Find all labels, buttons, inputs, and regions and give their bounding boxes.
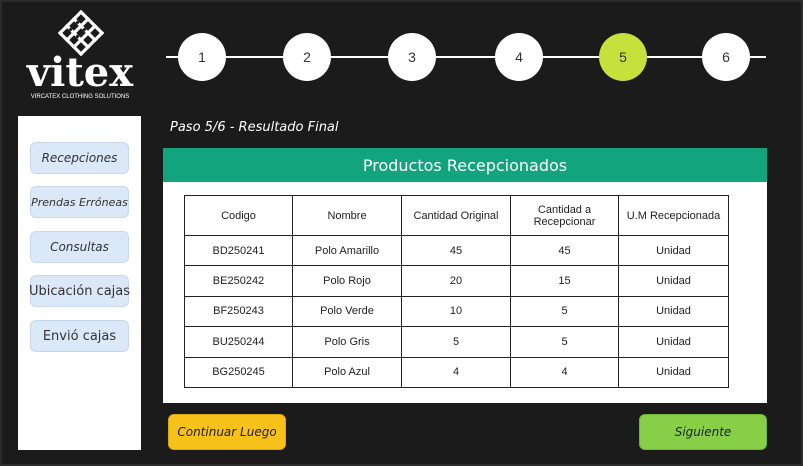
cell-um: Unidad bbox=[618, 234, 729, 267]
cell-codigo: BU250244 bbox=[184, 326, 293, 358]
cell-cantidad-recepcionar: 4 bbox=[510, 356, 619, 388]
cell-codigo: BF250243 bbox=[184, 295, 293, 328]
table-row: BF250243 Polo Verde 10 5 Unidad bbox=[184, 295, 729, 328]
cell-cantidad-recepcionar: 45 bbox=[510, 234, 619, 267]
table-header-row: Codigo Nombre Cantidad Original Cantidad… bbox=[184, 195, 729, 236]
cell-cantidad-original: 4 bbox=[401, 356, 511, 388]
table-row: BG250245 Polo Azul 4 4 Unidad bbox=[184, 356, 729, 388]
cell-nombre: Polo Gris bbox=[292, 326, 402, 358]
sidebar: Recepciones Prendas Erróneas Consultas U… bbox=[18, 116, 141, 450]
cell-nombre: Polo Verde bbox=[292, 295, 402, 328]
cell-um: Unidad bbox=[618, 295, 729, 328]
column-header: Codigo bbox=[184, 195, 293, 236]
brand-tagline: VIRCATEX CLOTHING SOLUTIONS bbox=[30, 94, 130, 100]
continue-later-button[interactable]: Continuar Luego bbox=[168, 414, 286, 450]
column-header: Cantidad a Recepcionar bbox=[510, 195, 619, 236]
cell-codigo: BE250242 bbox=[184, 265, 293, 297]
step-4[interactable]: 4 bbox=[495, 33, 543, 81]
column-header: U.M Recepcionada bbox=[618, 195, 729, 236]
table-row: BD250241 Polo Amarillo 45 45 Unidad bbox=[184, 234, 729, 267]
cell-nombre: Polo Amarillo bbox=[292, 234, 402, 267]
step-1[interactable]: 1 bbox=[178, 33, 226, 81]
sidebar-item-consultas[interactable]: Consultas bbox=[30, 231, 129, 263]
cell-cantidad-original: 5 bbox=[401, 326, 511, 358]
sidebar-item-prendas-erroneas[interactable]: Prendas Erróneas bbox=[30, 186, 129, 218]
next-button[interactable]: Siguiente bbox=[639, 414, 767, 450]
cell-um: Unidad bbox=[618, 326, 729, 358]
cell-codigo: BD250241 bbox=[184, 234, 293, 267]
cell-codigo: BG250245 bbox=[184, 356, 293, 388]
cell-um: Unidad bbox=[618, 265, 729, 297]
table-row: BU250244 Polo Gris 5 5 Unidad bbox=[184, 326, 729, 358]
cell-cantidad-original: 10 bbox=[401, 295, 511, 328]
cell-um: Unidad bbox=[618, 356, 729, 388]
step-2[interactable]: 2 bbox=[283, 33, 331, 81]
step-6[interactable]: 6 bbox=[702, 33, 750, 81]
cell-cantidad-original: 45 bbox=[401, 234, 511, 267]
cell-nombre: Polo Azul bbox=[292, 356, 402, 388]
table-row: BE250242 Polo Rojo 20 15 Unidad bbox=[184, 265, 729, 297]
sidebar-item-envio-cajas[interactable]: Envió cajas bbox=[30, 320, 129, 352]
cell-nombre: Polo Rojo bbox=[292, 265, 402, 297]
brand-logo: vitex VIRCATEX CLOTHING SOLUTIONS bbox=[18, 10, 142, 100]
products-table: Codigo Nombre Cantidad Original Cantidad… bbox=[184, 195, 729, 388]
step-3[interactable]: 3 bbox=[388, 33, 436, 81]
sidebar-item-ubicacion-cajas[interactable]: Ubicación cajas bbox=[29, 275, 130, 307]
cell-cantidad-recepcionar: 5 bbox=[510, 326, 619, 358]
column-header: Nombre bbox=[292, 195, 402, 236]
brand-name: vitex bbox=[26, 49, 134, 96]
products-panel: Productos Recepcionados Codigo Nombre Ca… bbox=[163, 148, 767, 403]
stepper-track bbox=[166, 56, 766, 58]
cell-cantidad-recepcionar: 5 bbox=[510, 295, 619, 328]
cell-cantidad-original: 20 bbox=[401, 265, 511, 297]
step-5-active[interactable]: 5 bbox=[599, 33, 647, 81]
column-header: Cantidad Original bbox=[401, 195, 511, 236]
cell-cantidad-recepcionar: 15 bbox=[510, 265, 619, 297]
page-title: Paso 5/6 - Resultado Final bbox=[170, 120, 339, 135]
sidebar-item-recepciones[interactable]: Recepciones bbox=[30, 142, 129, 174]
panel-title: Productos Recepcionados bbox=[163, 148, 767, 182]
